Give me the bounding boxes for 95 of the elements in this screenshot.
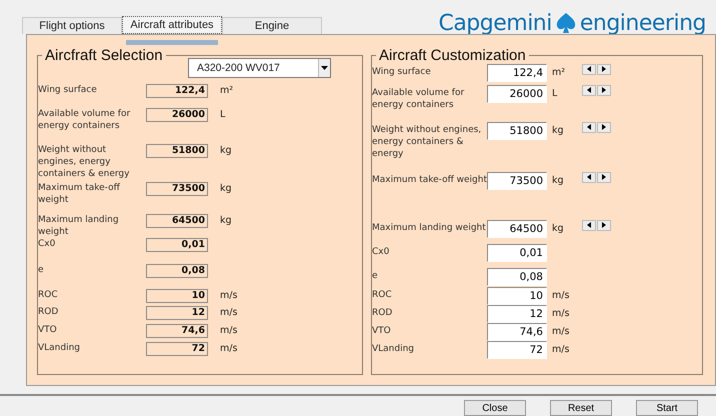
left-arrow-icon (587, 174, 591, 180)
logo-text: engineering (580, 10, 706, 36)
unit-label: kg (220, 144, 232, 158)
unit-label: m/s (220, 324, 238, 338)
increase-button[interactable] (597, 172, 611, 183)
field-label: e (38, 264, 45, 276)
field-label: ROD (372, 306, 394, 319)
unit-label: m/s (220, 306, 238, 320)
value-field: 10 (146, 288, 208, 303)
input-field[interactable]: 26000 (487, 84, 547, 103)
left-arrow-icon (587, 87, 591, 94)
action-button[interactable]: Reset (550, 400, 612, 416)
unit-label: m/s (552, 306, 570, 321)
unit-label: m/s (552, 288, 570, 303)
field-label: VTO (38, 324, 58, 336)
field-label: Cx0 (38, 238, 56, 250)
value-field: 73500 (146, 182, 208, 196)
value-field: 74,6 (146, 324, 208, 338)
unit-label: kg (220, 182, 232, 196)
decrease-button[interactable] (582, 84, 596, 96)
unit-label: kg (220, 214, 232, 228)
left-arrow-icon (587, 66, 591, 72)
field-label: Maximum landing weight (38, 214, 120, 238)
input-field[interactable]: 74,6 (487, 322, 547, 341)
group-title: Aircfraft Selection (44, 46, 164, 64)
tab[interactable]: Flight options (22, 16, 122, 34)
right-arrow-icon (602, 124, 606, 130)
unit-label: m/s (220, 342, 238, 356)
logo-text: Capgemini (438, 10, 552, 36)
right-arrow-icon (602, 174, 606, 180)
field-label: VTO (372, 324, 392, 337)
field-label: VLanding (372, 342, 416, 355)
value-field: 0,01 (146, 238, 208, 252)
unit-label: m² (552, 66, 566, 80)
group-title: Aircraft Customization (378, 46, 527, 64)
field-label: ROC (372, 288, 393, 301)
increase-button[interactable] (597, 122, 611, 133)
input-field[interactable]: 0,01 (487, 244, 547, 262)
field-label: Wing surface (372, 66, 432, 78)
input-field[interactable]: 73500 (487, 172, 547, 190)
tab[interactable]: Aircraft attributes (122, 16, 222, 34)
field-label: Maximum landing weight (372, 222, 487, 234)
unit-label: kg (552, 124, 565, 138)
field-label: Available volume for energy containers (372, 86, 466, 111)
field-label: Cx0 (372, 246, 390, 258)
action-button[interactable]: Start (636, 400, 698, 416)
decrease-button[interactable] (582, 122, 596, 133)
value-field: 0,08 (146, 264, 208, 278)
input-field[interactable]: 51800 (487, 122, 547, 140)
right-arrow-icon (602, 66, 606, 72)
input-field[interactable]: 64500 (487, 220, 547, 238)
input-field[interactable]: 72 (487, 340, 547, 359)
field-label: ROC (38, 288, 59, 301)
input-field[interactable]: 12 (487, 304, 547, 323)
caret-icon (321, 66, 328, 70)
increase-button[interactable] (597, 64, 611, 75)
field-label: e (372, 270, 379, 282)
field-label: Weight without engines, energy containers & energy (38, 144, 130, 180)
decrease-button[interactable] (582, 220, 596, 231)
decrease-button[interactable] (582, 172, 596, 183)
input-field[interactable]: 122,4 (487, 64, 547, 82)
field-label: ROD (38, 306, 60, 318)
field-label: Maximum take-off weight (38, 182, 121, 206)
increase-button[interactable] (597, 84, 611, 96)
value-field: 12 (146, 306, 208, 320)
unit-label: kg (552, 174, 565, 188)
unit-label: m/s (220, 288, 238, 303)
increase-button[interactable] (597, 220, 611, 231)
unit-label: m/s (552, 342, 570, 357)
left-arrow-icon (587, 222, 591, 228)
unit-label: m² (220, 84, 234, 98)
field-label: Available volume for energy containers (38, 108, 132, 132)
unit-label: L (552, 86, 558, 101)
input-field[interactable]: 10 (487, 286, 547, 305)
unit-label: kg (552, 222, 565, 236)
field-label: VLanding (38, 342, 82, 354)
value-field: 51800 (146, 144, 208, 158)
right-arrow-icon (602, 87, 606, 94)
field-label: Wing surface (38, 84, 98, 96)
dropdown-button[interactable] (318, 58, 330, 77)
input-field[interactable]: 0,08 (487, 268, 547, 286)
action-button[interactable]: Close (464, 400, 526, 416)
value-field: 26000 (146, 108, 208, 122)
left-arrow-icon (587, 124, 591, 130)
value-field: 64500 (146, 214, 208, 228)
right-arrow-icon (602, 222, 606, 228)
field-label: Maximum take-off weight (372, 174, 487, 186)
unit-label: m/s (552, 324, 570, 339)
field-label: Weight without engines, energy containers & energy (372, 124, 482, 160)
aircraft-dropdown[interactable]: A320-200 WV017 (188, 58, 331, 78)
value-field: 122,4 (146, 84, 208, 98)
value-field: 72 (146, 342, 208, 356)
decrease-button[interactable] (582, 64, 596, 75)
tab[interactable]: Engine (222, 16, 322, 34)
unit-label: L (220, 108, 226, 122)
